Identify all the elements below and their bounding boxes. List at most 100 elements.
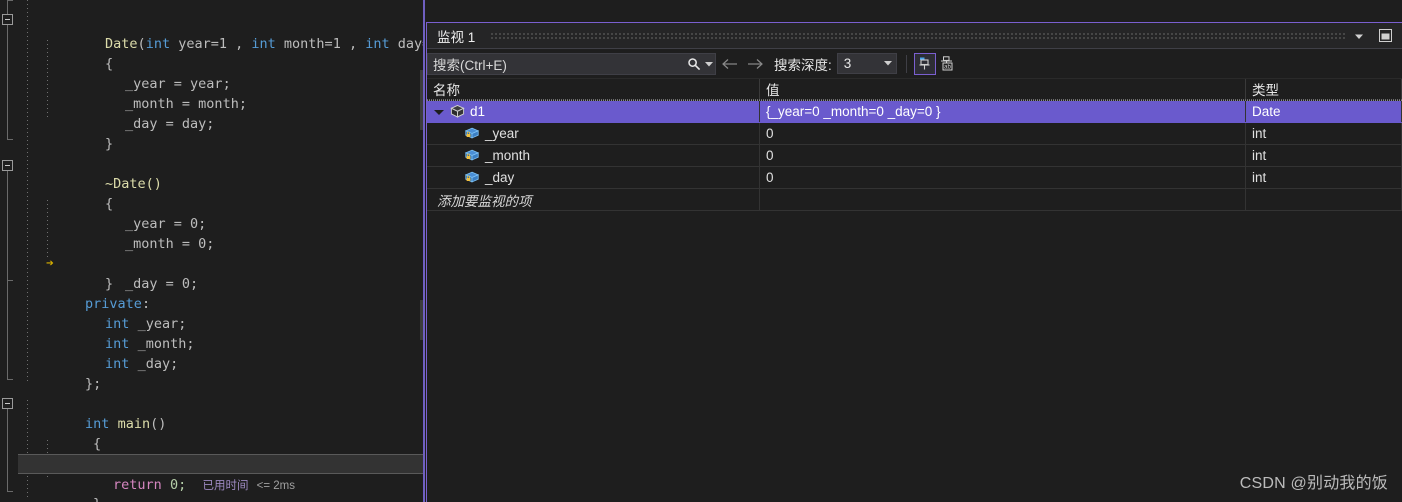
table-row[interactable]: _day 0 int [427, 167, 1402, 189]
watch-row-value[interactable]: 0 [760, 145, 1246, 166]
watch-row-value[interactable]: {_year=0 _month=0 _day=0 } [760, 101, 1246, 122]
watch-row-type: int [1246, 123, 1402, 144]
watch-row-name: d1 [470, 104, 486, 119]
search-next-button[interactable] [742, 52, 768, 76]
expand-collapse-triangle-icon[interactable] [431, 101, 447, 122]
search-depth-select[interactable]: 3 [836, 53, 897, 74]
code-line: int main() [18, 394, 425, 432]
private-field-lock-icon [462, 170, 482, 185]
fold-tick [7, 0, 13, 1]
code-line: ~Date() [18, 154, 425, 192]
vs-debug-window: Date(int year=1 , int month=1 , int day=… [0, 0, 1402, 502]
search-depth-value: 3 [843, 56, 852, 71]
column-header-type[interactable]: 类型 [1246, 79, 1402, 99]
fold-tick [7, 379, 13, 380]
private-field-lock-icon [462, 126, 482, 141]
fold-bar-segment [7, 25, 8, 140]
watch-row-name: _day [485, 170, 515, 185]
watch-row-type: int [1246, 167, 1402, 188]
editor-gutter[interactable] [0, 0, 18, 502]
watch-panel: 监视 1 搜索(Ctrl+E) 搜索深度: 3 ab 名称 值 类型 d1 {_… [425, 0, 1402, 502]
fold-collapse-ctor-icon[interactable] [2, 14, 13, 25]
add-watch-value-cell[interactable] [760, 189, 1246, 210]
search-icon[interactable] [685, 54, 702, 74]
fold-bar-segment [7, 171, 8, 281]
column-header-name[interactable]: 名称 [427, 79, 760, 99]
fold-tick [7, 491, 13, 492]
private-field-lock-icon [462, 148, 482, 163]
watch-tabstrip: 监视 1 [427, 23, 1402, 49]
fold-collapse-main-icon[interactable] [2, 398, 13, 409]
pin-toggle-button[interactable] [913, 52, 936, 75]
add-watch-item-label: 添加要监视的项 [437, 193, 532, 209]
table-row[interactable]: d1 {_year=0 _month=0 _day=0 } Date [427, 100, 1402, 123]
watch-row-name-cell[interactable]: _year [427, 123, 760, 144]
pin-text-button[interactable]: ab [936, 53, 958, 75]
watch-row-value[interactable]: 0 [760, 167, 1246, 188]
svg-text:ab: ab [944, 65, 951, 71]
add-watch-item-row[interactable]: 添加要监视的项 [427, 189, 1402, 211]
search-input-placeholder: 搜索(Ctrl+E) [433, 57, 507, 73]
search-options-chevron-icon[interactable] [702, 54, 715, 74]
add-watch-type-cell [1246, 189, 1402, 210]
watch-toolbar: 搜索(Ctrl+E) 搜索深度: 3 ab [427, 49, 1402, 79]
code-line: _month = month; [18, 74, 425, 112]
watch-row-value[interactable]: 0 [760, 123, 1246, 144]
search-depth-label: 搜索深度: [774, 57, 832, 73]
watch-row-name-cell[interactable]: d1 [427, 101, 760, 122]
watch-panel-frame: 监视 1 搜索(Ctrl+E) 搜索深度: 3 ab 名称 值 类型 d1 {_… [426, 22, 1402, 502]
watch-row-name: _year [485, 126, 519, 141]
watch-grid-header: 名称 值 类型 [427, 79, 1402, 100]
watch-row-name: _month [485, 148, 531, 163]
tab-watch-1-label: 监视 1 [437, 29, 476, 45]
object-cube-icon [447, 104, 467, 119]
code-editor-pane: Date(int year=1 , int month=1 , int day=… [0, 0, 425, 502]
chevron-down-icon[interactable] [1351, 28, 1367, 44]
code-line-current-statement: ➔ _day = 0; [18, 234, 425, 292]
code-token-brace: } [93, 496, 101, 502]
fold-tick [7, 139, 13, 140]
tabstrip-buttons [1351, 28, 1402, 44]
watch-row-type: int [1246, 145, 1402, 166]
code-line: }; [18, 354, 425, 392]
code-line: private: [18, 274, 425, 312]
maximize-window-icon[interactable] [1377, 28, 1393, 44]
toolbar-separator [905, 54, 907, 73]
watch-row-type: Date [1246, 101, 1402, 122]
code-line: { [18, 414, 425, 452]
code-line: { [18, 174, 425, 212]
code-line: Date(int year=1 , int month=1 , int day=… [18, 14, 425, 52]
code-line: _year = year; [18, 54, 425, 92]
watch-row-name-cell[interactable]: _day [427, 167, 760, 188]
code-line: int _day; [18, 334, 425, 372]
watch-row-name-cell[interactable]: _month [427, 145, 760, 166]
code-line: } [18, 114, 425, 152]
code-line: int _year; [18, 294, 425, 332]
code-line: } [18, 474, 425, 502]
fold-bar-segment [7, 280, 8, 380]
watch-grid: 名称 值 类型 d1 {_year=0 _month=0 _day=0} Da… [427, 79, 1402, 502]
table-row[interactable]: _month 0 int [427, 145, 1402, 167]
column-header-value[interactable]: 值 [760, 79, 1246, 99]
chevron-down-icon[interactable] [883, 59, 892, 68]
code-text-area[interactable]: Date(int year=1 , int month=1 , int day=… [18, 0, 425, 502]
code-line: } [18, 254, 425, 292]
csdn-watermark: CSDN @别动我的饭 [1239, 475, 1388, 492]
tab-watch-1[interactable]: 监视 1 [427, 23, 485, 48]
fold-collapse-dtor-icon[interactable] [2, 160, 13, 171]
code-line: _day = day; [18, 94, 425, 132]
code-line: int _month; [18, 314, 425, 352]
code-line-breakpoint-current: return 0; 已用时间 <= 2ms [18, 454, 425, 493]
search-previous-button[interactable] [716, 52, 742, 76]
fold-bar-segment [7, 409, 8, 492]
code-line: { [18, 34, 425, 72]
add-watch-item-cell[interactable]: 添加要监视的项 [427, 189, 760, 210]
search-input[interactable]: 搜索(Ctrl+E) [427, 52, 716, 75]
code-line: _year = 0; [18, 194, 425, 232]
code-line: Date d1(2022,12.30); [18, 434, 425, 472]
code-line: _month = 0; [18, 214, 425, 252]
table-row[interactable]: _year 0 int [427, 123, 1402, 145]
tabstrip-drag-handle[interactable] [490, 31, 1345, 40]
